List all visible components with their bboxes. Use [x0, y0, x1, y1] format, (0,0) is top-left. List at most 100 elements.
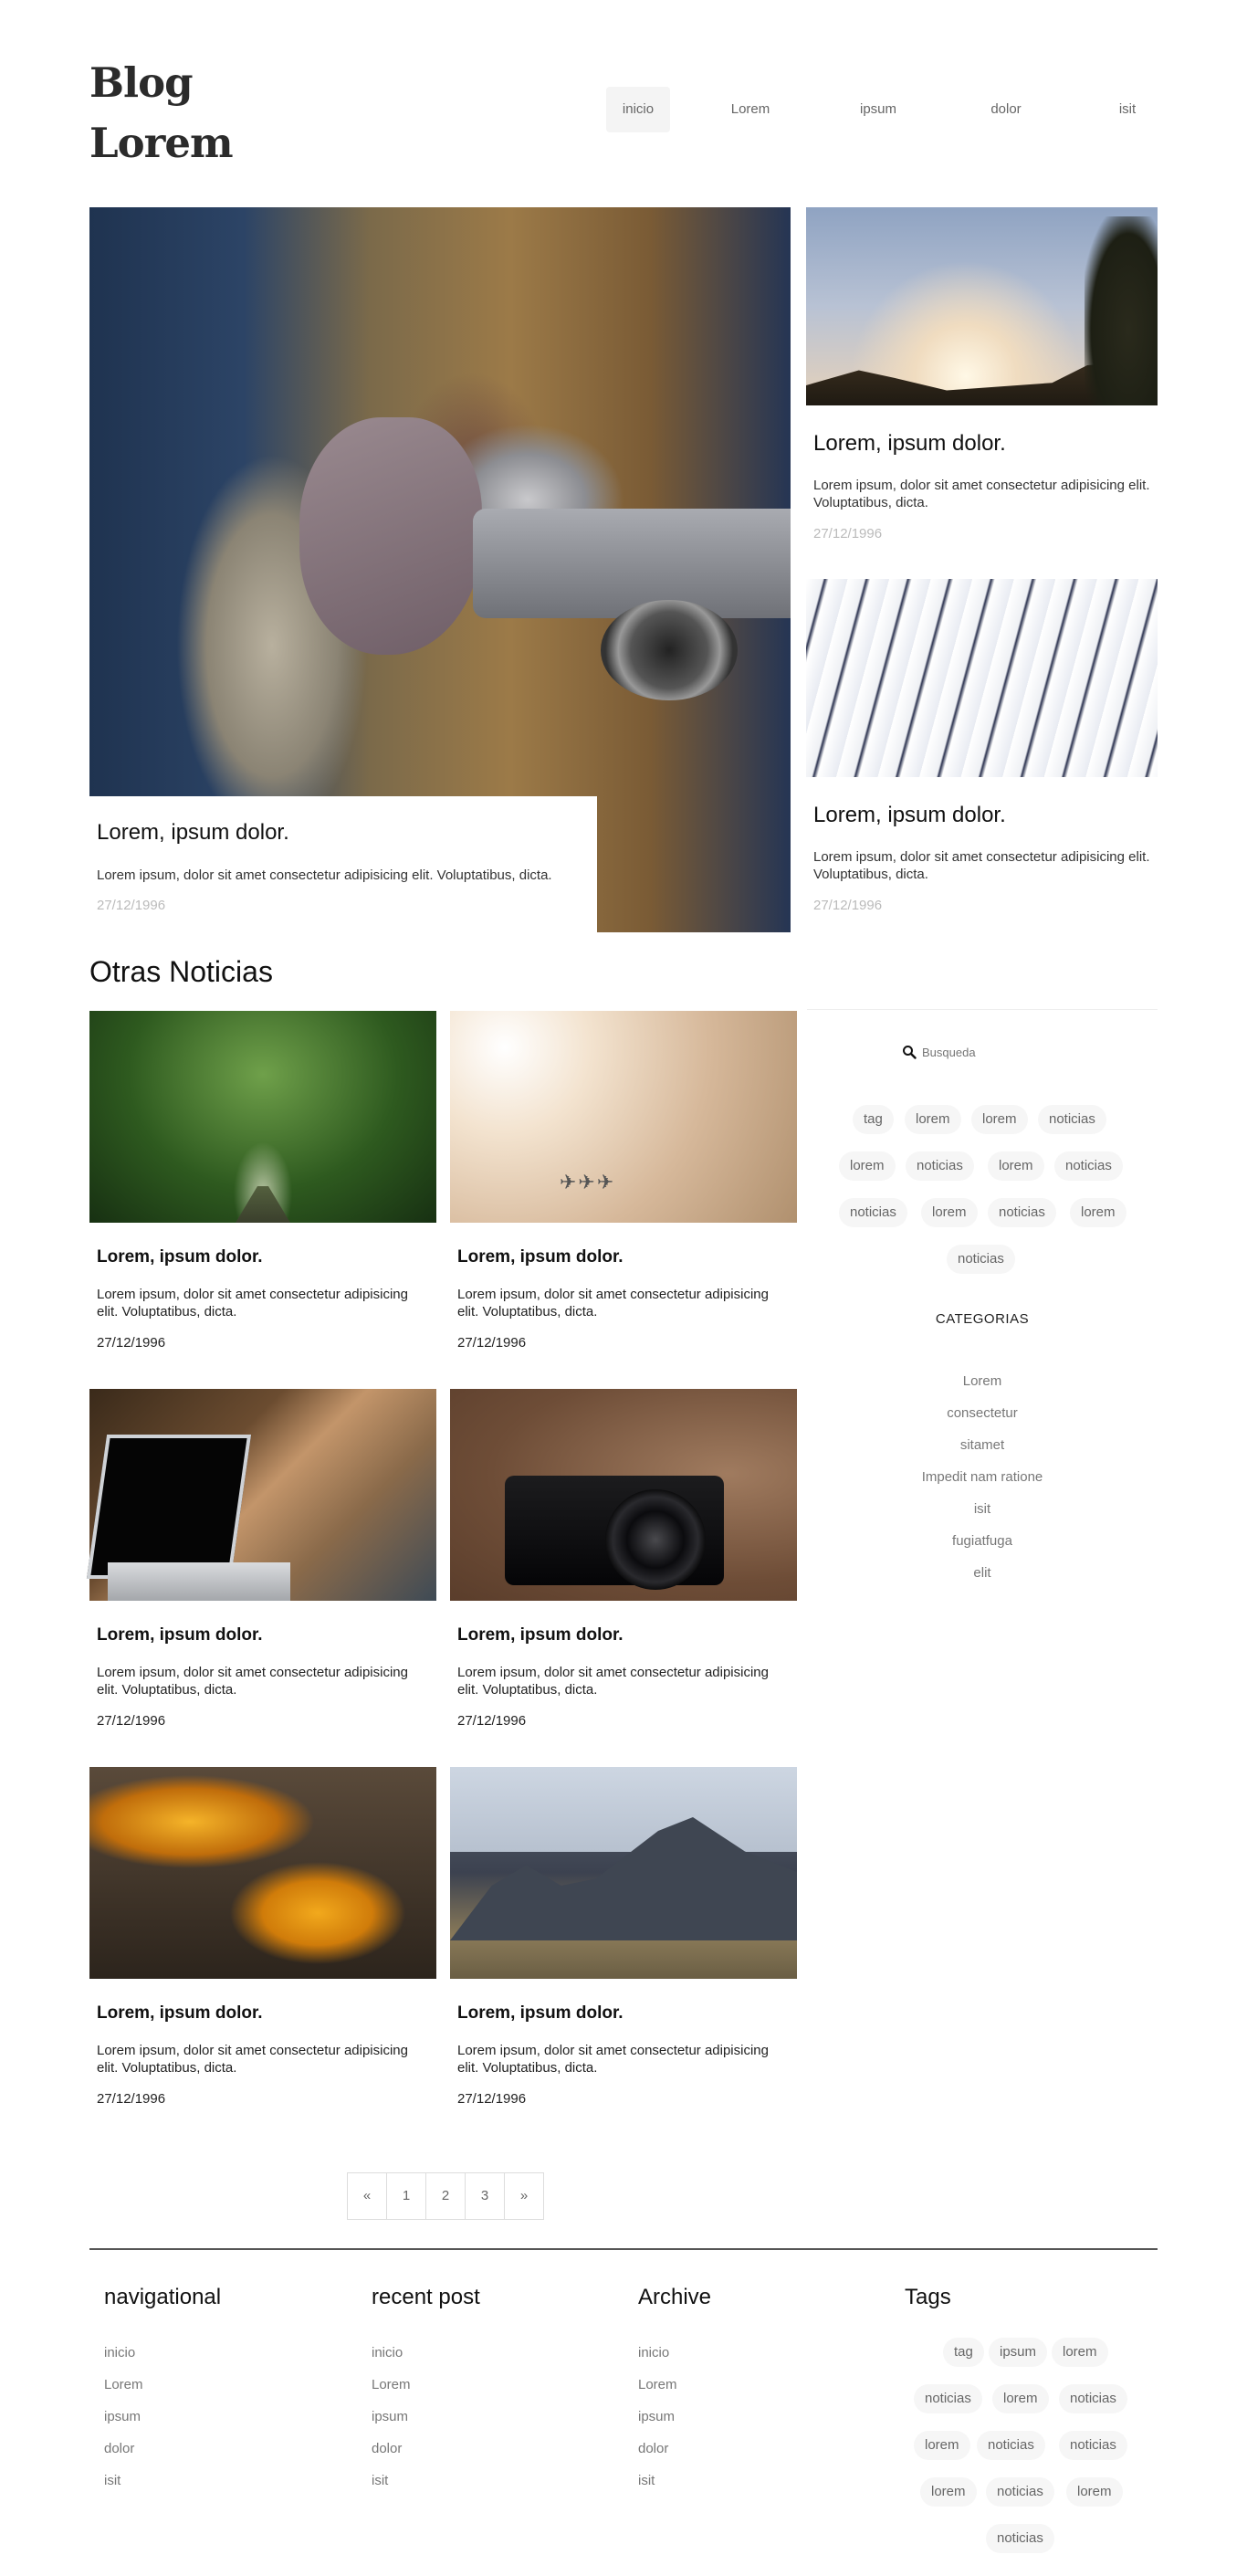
- featured-3-title[interactable]: Lorem, ipsum dolor.: [813, 803, 1006, 828]
- featured-3-date: 27/12/1996: [813, 898, 883, 913]
- nav-item-ipsum[interactable]: ipsum: [842, 87, 915, 132]
- footer-tag[interactable]: lorem: [1052, 2338, 1108, 2367]
- card-5-title[interactable]: Lorem, ipsum dolor.: [97, 2003, 263, 2024]
- card-1-date: 27/12/1996: [97, 1335, 166, 1351]
- sidebar-tag[interactable]: lorem: [921, 1198, 978, 1227]
- nav-item-inicio[interactable]: inicio: [606, 87, 670, 132]
- card-image-camera[interactable]: [450, 1389, 797, 1601]
- footer-link[interactable]: isit: [104, 2473, 121, 2488]
- sidebar-tag[interactable]: lorem: [971, 1105, 1028, 1134]
- card-5-excerpt: Lorem ipsum, dolor sit amet consectetur …: [97, 2043, 408, 2076]
- card-3-excerpt: Lorem ipsum, dolor sit amet consectetur …: [97, 1665, 408, 1698]
- card-3-title[interactable]: Lorem, ipsum dolor.: [97, 1625, 263, 1645]
- featured-2-excerpt: Lorem ipsum, dolor sit amet consectetur …: [813, 478, 1150, 510]
- sidebar-tag[interactable]: noticias: [1038, 1105, 1106, 1134]
- card-6-date: 27/12/1996: [457, 2091, 527, 2107]
- sidebar-tag[interactable]: noticias: [839, 1198, 907, 1227]
- footer-tag[interactable]: lorem: [914, 2431, 970, 2460]
- category-link[interactable]: sitamet: [807, 1437, 1158, 1453]
- search-input[interactable]: [920, 1044, 1070, 1060]
- jets-glyphs: ✈✈✈: [560, 1171, 616, 1193]
- featured-3-excerpt: Lorem ipsum, dolor sit amet consectetur …: [813, 849, 1150, 882]
- category-link[interactable]: fugiatfuga: [807, 1533, 1158, 1549]
- card-image-forest[interactable]: [89, 1011, 436, 1223]
- footer-tag[interactable]: ipsum: [989, 2338, 1048, 2367]
- category-link[interactable]: Impedit nam ratione: [807, 1469, 1158, 1485]
- footer-tag[interactable]: lorem: [920, 2477, 977, 2507]
- footer-link[interactable]: ipsum: [104, 2409, 141, 2424]
- category-link[interactable]: elit: [807, 1565, 1158, 1581]
- sidebar-tag[interactable]: lorem: [988, 1151, 1044, 1181]
- card-image-laptop[interactable]: [86, 1389, 436, 1601]
- footer-tag[interactable]: noticias: [1059, 2384, 1127, 2413]
- nav-item-lorem[interactable]: Lorem: [714, 87, 787, 132]
- card-image-airshow[interactable]: ✈✈✈: [450, 1011, 797, 1223]
- search-icon[interactable]: [902, 1045, 917, 1059]
- footer-link[interactable]: Lorem: [372, 2377, 411, 2392]
- footer-tag[interactable]: noticias: [914, 2384, 982, 2413]
- pagination-page-1[interactable]: 1: [386, 2172, 426, 2220]
- footer-tag[interactable]: lorem: [992, 2384, 1049, 2413]
- card-5-date: 27/12/1996: [97, 2091, 166, 2107]
- footer-link[interactable]: Lorem: [638, 2377, 677, 2392]
- card-image-leaves[interactable]: [89, 1767, 436, 1979]
- sunset-tree-shape: [1085, 216, 1158, 405]
- footer-tag[interactable]: noticias: [977, 2431, 1045, 2460]
- category-link[interactable]: consectetur: [807, 1405, 1158, 1421]
- card-image-mountains[interactable]: [450, 1767, 797, 1979]
- card-2-title[interactable]: Lorem, ipsum dolor.: [457, 1247, 624, 1267]
- footer-link[interactable]: Lorem: [104, 2377, 143, 2392]
- footer-link[interactable]: inicio: [638, 2345, 669, 2360]
- search-box[interactable]: [902, 1041, 1085, 1063]
- card-4-excerpt: Lorem ipsum, dolor sit amet consectetur …: [457, 1665, 769, 1698]
- sidebar-tag[interactable]: lorem: [839, 1151, 896, 1181]
- footer-heading-tags: Tags: [905, 2285, 951, 2309]
- footer-tag[interactable]: noticias: [1059, 2431, 1127, 2460]
- card-4-date: 27/12/1996: [457, 1713, 527, 1729]
- sidebar-tag[interactable]: lorem: [905, 1105, 961, 1134]
- footer-link[interactable]: inicio: [104, 2345, 135, 2360]
- card-6-title[interactable]: Lorem, ipsum dolor.: [457, 2003, 624, 2024]
- hero-hand-shape: [299, 417, 482, 655]
- sidebar-tag[interactable]: noticias: [906, 1151, 974, 1181]
- pagination-next[interactable]: »: [504, 2172, 544, 2220]
- site-logo[interactable]: Blog Lorem: [89, 53, 290, 173]
- footer-link[interactable]: inicio: [372, 2345, 403, 2360]
- footer-link[interactable]: dolor: [372, 2441, 402, 2456]
- footer-link[interactable]: ipsum: [638, 2409, 675, 2424]
- section-title-otras-noticias: Otras Noticias: [89, 955, 273, 988]
- category-link[interactable]: isit: [807, 1501, 1158, 1517]
- footer-link[interactable]: dolor: [104, 2441, 134, 2456]
- card-1-title[interactable]: Lorem, ipsum dolor.: [97, 1247, 263, 1267]
- footer-tag[interactable]: tag: [943, 2338, 984, 2367]
- footer-tag[interactable]: noticias: [986, 2524, 1054, 2553]
- sidebar-tag[interactable]: noticias: [947, 1245, 1015, 1274]
- card-2-excerpt: Lorem ipsum, dolor sit amet consectetur …: [457, 1287, 769, 1320]
- nav-item-dolor[interactable]: dolor: [969, 87, 1043, 132]
- pagination-page-3[interactable]: 3: [465, 2172, 505, 2220]
- nav-item-isit[interactable]: isit: [1095, 87, 1159, 132]
- footer-link[interactable]: dolor: [638, 2441, 668, 2456]
- card-4-title[interactable]: Lorem, ipsum dolor.: [457, 1625, 624, 1645]
- featured-image-sunset[interactable]: [806, 207, 1158, 405]
- footer-heading-navigational: navigational: [104, 2285, 222, 2309]
- pagination-prev[interactable]: «: [347, 2172, 387, 2220]
- sidebar-tag[interactable]: noticias: [988, 1198, 1056, 1227]
- footer-tag[interactable]: lorem: [1066, 2477, 1123, 2507]
- featured-2-date: 27/12/1996: [813, 526, 883, 541]
- hero-title[interactable]: Lorem, ipsum dolor.: [97, 820, 289, 846]
- pagination-page-2[interactable]: 2: [425, 2172, 466, 2220]
- footer-link[interactable]: isit: [372, 2473, 388, 2488]
- footer-link[interactable]: isit: [638, 2473, 655, 2488]
- footer-link[interactable]: ipsum: [372, 2409, 408, 2424]
- featured-image-architecture[interactable]: [806, 579, 1158, 777]
- category-link[interactable]: Lorem: [807, 1373, 1158, 1389]
- featured-2-title[interactable]: Lorem, ipsum dolor.: [813, 431, 1006, 457]
- sidebar-tag[interactable]: lorem: [1070, 1198, 1126, 1227]
- sidebar-tag[interactable]: noticias: [1054, 1151, 1123, 1181]
- categories-heading: CATEGORIAS: [935, 1311, 1030, 1327]
- footer-tag[interactable]: noticias: [986, 2477, 1054, 2507]
- sidebar-tag[interactable]: tag: [853, 1105, 894, 1134]
- logo-line-1: Blog: [89, 58, 194, 107]
- laptop-keyboard-shape: [108, 1562, 290, 1601]
